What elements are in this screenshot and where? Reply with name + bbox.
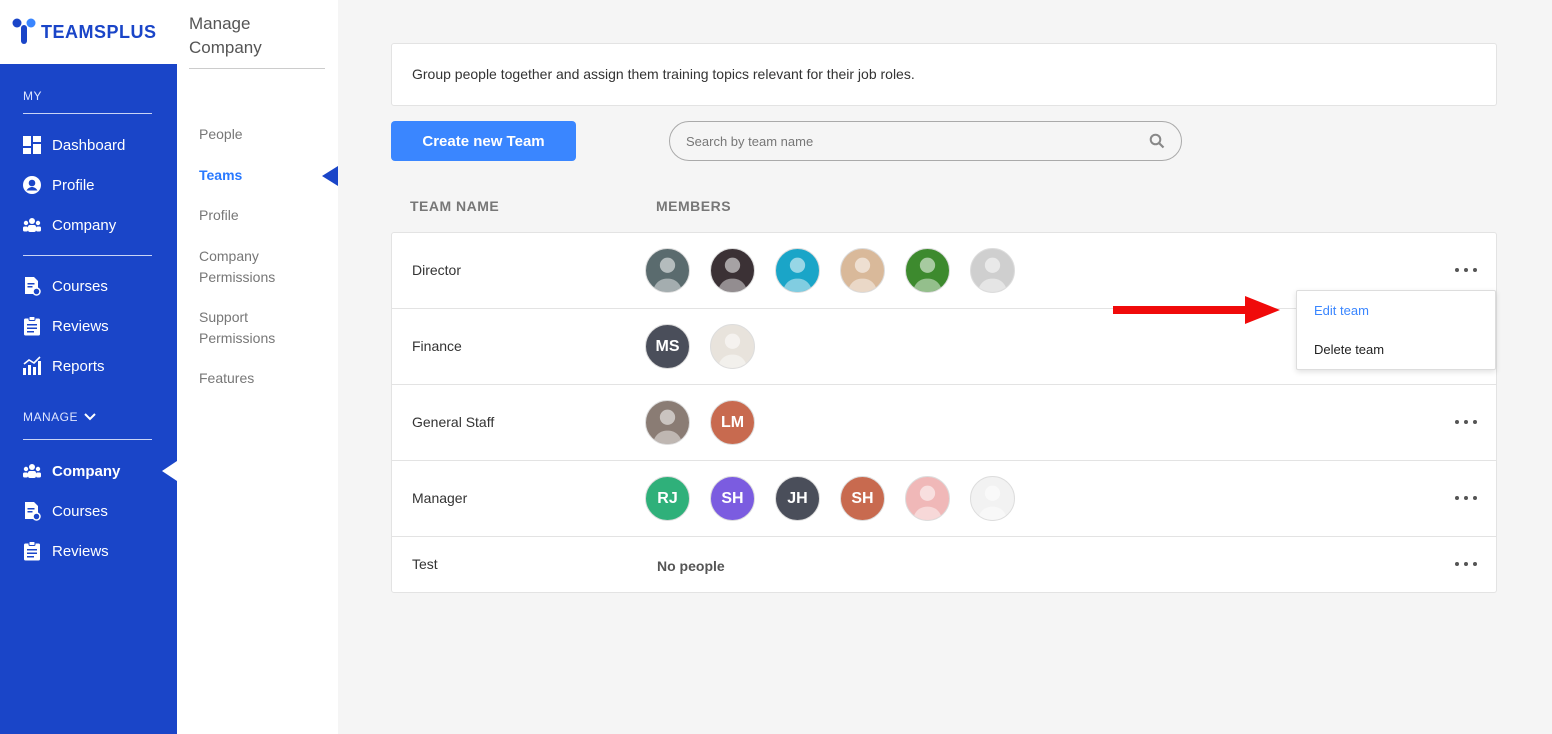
avatar-photo <box>645 248 690 293</box>
chevron-down-icon <box>84 413 96 421</box>
divider <box>23 255 152 256</box>
create-team-button[interactable]: Create new Team <box>391 121 576 161</box>
avatar-photo <box>905 248 950 293</box>
nav-label: Profile <box>52 176 95 194</box>
nav-manage-reviews[interactable]: Reviews <box>22 537 172 565</box>
table-row[interactable]: General Staff LM <box>392 385 1496 461</box>
nav-profile[interactable]: Profile <box>22 171 172 199</box>
search-icon[interactable] <box>1149 133 1165 149</box>
active-indicator <box>162 461 177 481</box>
member-avatars: LM <box>645 400 755 445</box>
member-avatars: RJ SH JH SH <box>645 476 1015 521</box>
courses-icon <box>22 501 42 521</box>
nav-courses[interactable]: Courses <box>22 272 172 300</box>
nav-label: Company <box>52 216 117 234</box>
team-name: Director <box>412 262 462 278</box>
table-row[interactable]: Manager RJ SH JH SH <box>392 461 1496 537</box>
member-avatars <box>645 248 1015 293</box>
divider <box>23 439 152 440</box>
divider <box>189 68 325 69</box>
avatar-photo <box>645 400 690 445</box>
more-options-icon[interactable] <box>1455 559 1477 569</box>
avatar-initials: MS <box>645 324 690 369</box>
subnav-item-support-permissions[interactable]: Support Permissions <box>199 307 289 349</box>
clipboard-icon <box>22 541 42 561</box>
nav-label: Courses <box>52 277 108 295</box>
column-header-members: MEMBERS <box>656 198 732 214</box>
annotation-arrow <box>1113 296 1280 324</box>
avatar-photo <box>710 324 755 369</box>
avatar-initials: RJ <box>645 476 690 521</box>
logo-text: TEAMSPLUS <box>41 21 157 42</box>
subnav-item-teams[interactable]: Teams <box>199 165 319 186</box>
logo-icon <box>12 18 36 44</box>
avatar-initials: SH <box>710 476 755 521</box>
courses-icon <box>22 276 42 296</box>
nav-company[interactable]: Company <box>22 211 172 239</box>
subnav-title: Manage Company <box>189 14 262 57</box>
section-label-manage[interactable]: MANAGE <box>23 410 96 424</box>
subnav-item-profile[interactable]: Profile <box>199 205 319 226</box>
avatar-photo <box>970 476 1015 521</box>
subnav: Manage Company People Teams Profile Comp… <box>177 0 338 734</box>
nav-reports[interactable]: Reports <box>22 352 172 380</box>
team-name: General Staff <box>412 414 495 430</box>
description-box: Group people together and assign them tr… <box>391 43 1497 106</box>
teams-table: Director Finance MS General Staff LM Man… <box>391 232 1497 593</box>
logo[interactable]: TEAMSPLUS <box>0 0 177 64</box>
sidebar: TEAMSPLUS MY Dashboard Profile Company C… <box>0 0 177 734</box>
column-header-team-name: TEAM NAME <box>410 198 500 214</box>
nav-label: Dashboard <box>52 136 126 154</box>
avatar-photo <box>840 248 885 293</box>
clipboard-icon <box>22 316 42 336</box>
avatar-initials: LM <box>710 400 755 445</box>
team-name: Test <box>412 556 438 572</box>
avatar-photo <box>710 248 755 293</box>
user-circle-icon <box>22 175 42 195</box>
team-name: Finance <box>412 338 462 354</box>
nav-label: Reviews <box>52 317 109 335</box>
nav-reviews[interactable]: Reviews <box>22 312 172 340</box>
nav-label: Reports <box>52 357 105 375</box>
avatar-photo <box>970 248 1015 293</box>
table-row[interactable]: Test No people <box>392 537 1496 592</box>
more-options-icon[interactable] <box>1455 265 1477 275</box>
subnav-item-features[interactable]: Features <box>199 368 319 389</box>
search-input[interactable] <box>686 133 1149 149</box>
subnav-item-people[interactable]: People <box>199 124 319 145</box>
avatar-photo <box>775 248 820 293</box>
nav-label: Courses <box>52 502 108 520</box>
nav-label: Company <box>52 462 121 480</box>
avatar-initials: SH <box>840 476 885 521</box>
search-box <box>669 121 1182 161</box>
nav-manage-courses[interactable]: Courses <box>22 497 172 525</box>
avatar-photo <box>905 476 950 521</box>
users-icon <box>22 215 42 235</box>
edit-team-menu-item[interactable]: Edit team <box>1314 303 1369 318</box>
nav-manage-company[interactable]: Company <box>22 457 172 485</box>
section-label-my: MY <box>23 89 42 103</box>
delete-team-menu-item[interactable]: Delete team <box>1314 342 1384 357</box>
no-people-label: No people <box>657 558 725 574</box>
team-name: Manager <box>412 490 468 506</box>
users-icon <box>22 461 42 481</box>
dashboard-icon <box>22 135 42 155</box>
nav-label: Reviews <box>52 542 109 560</box>
subnav-active-indicator <box>322 166 338 186</box>
chart-icon <box>22 356 42 376</box>
team-options-menu: Edit team Delete team <box>1296 290 1496 370</box>
member-avatars: MS <box>645 324 755 369</box>
more-options-icon[interactable] <box>1455 417 1477 427</box>
more-options-icon[interactable] <box>1455 493 1477 503</box>
avatar-initials: JH <box>775 476 820 521</box>
nav-dashboard[interactable]: Dashboard <box>22 131 172 159</box>
divider <box>23 113 152 114</box>
subnav-item-company-permissions[interactable]: Company Permissions <box>199 246 289 288</box>
